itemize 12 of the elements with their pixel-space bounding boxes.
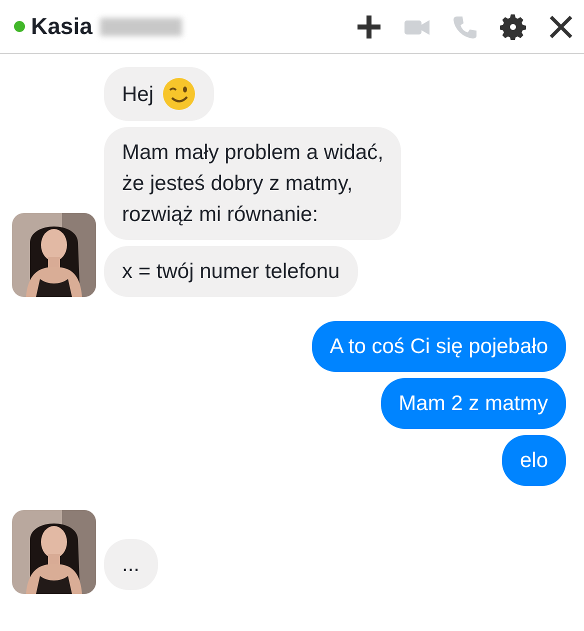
wink-emoji-icon xyxy=(162,77,196,111)
settings-icon[interactable] xyxy=(500,14,526,40)
close-icon[interactable] xyxy=(548,14,574,40)
contact-name[interactable]: Kasia xyxy=(31,13,92,40)
message-bubble: elo xyxy=(502,435,566,486)
message-bubble: ... xyxy=(104,539,158,590)
message-bubble: A to coś Ci się pojebało xyxy=(312,321,566,372)
message-bubble: Hej xyxy=(104,67,214,121)
message-bubble: Mam mały problem a widać, że jesteś dobry z matmy, rozwiąż mi równanie: xyxy=(104,127,402,240)
plus-icon[interactable] xyxy=(356,14,382,40)
message-bubble: x = twój numer telefonu xyxy=(104,246,358,297)
message-bubble: Mam 2 z matmy xyxy=(380,378,566,429)
